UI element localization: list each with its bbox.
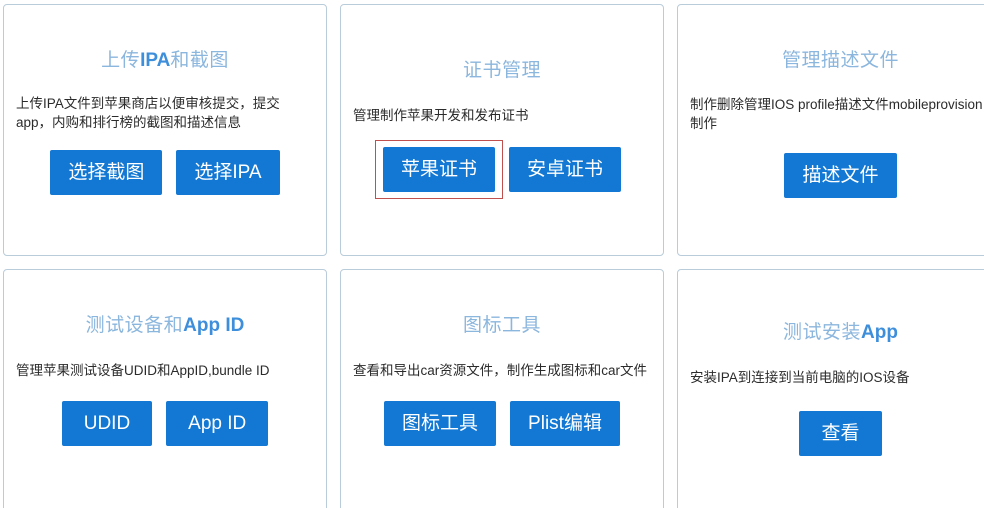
card-title: 上传IPA和截图 bbox=[16, 50, 314, 72]
card-button-row: 苹果证书 安卓证书 bbox=[353, 140, 651, 199]
card-title-latin: IPA bbox=[140, 50, 171, 71]
card-test-install-app[interactable]: 测试安装App 安装IPA到连接到当前电脑的IOS设备 查看 bbox=[677, 269, 984, 508]
card-title: 测试设备和App ID bbox=[16, 315, 314, 337]
button-wrap-udid: UDID bbox=[61, 401, 153, 446]
card-row-2: 测试设备和App ID 管理苹果测试设备UDID和AppID,bundle ID… bbox=[3, 269, 984, 508]
choose-ipa-button[interactable]: 选择IPA bbox=[176, 150, 280, 195]
card-manage-provisioning-profiles[interactable]: 管理描述文件 制作删除管理IOS profile描述文件mobileprovis… bbox=[677, 4, 984, 256]
icon-tool-button[interactable]: 图标工具 bbox=[384, 401, 497, 446]
card-test-devices-and-app-id[interactable]: 测试设备和App ID 管理苹果测试设备UDID和AppID,bundle ID… bbox=[3, 269, 327, 508]
button-wrap-android-certificate: 安卓证书 bbox=[509, 147, 622, 192]
card-title-cn: 图标工具 bbox=[462, 315, 541, 336]
button-wrap-view: 查看 bbox=[799, 411, 882, 456]
button-wrap-apple-certificate: 苹果证书 bbox=[374, 140, 504, 199]
card-title-latin: App bbox=[861, 322, 898, 343]
card-description: 管理苹果测试设备UDID和AppID,bundle ID bbox=[16, 363, 270, 378]
button-wrap-icon-tool: 图标工具 bbox=[384, 401, 497, 446]
card-upload-ipa-and-screenshots[interactable]: 上传IPA和截图 上传IPA文件到苹果商店以便审核提交，提交app，内购和排行榜… bbox=[3, 4, 327, 256]
card-title: 证书管理 bbox=[353, 60, 651, 82]
card-certificate-management[interactable]: 证书管理 管理制作苹果开发和发布证书 苹果证书 安卓证书 bbox=[340, 4, 664, 256]
choose-screenshot-button[interactable]: 选择截图 bbox=[50, 150, 163, 195]
plist-editor-button[interactable]: Plist编辑 bbox=[510, 401, 620, 446]
tool-card-grid: 上传IPA和截图 上传IPA文件到苹果商店以便审核提交，提交app，内购和排行榜… bbox=[0, 0, 984, 508]
card-title: 管理描述文件 bbox=[690, 50, 984, 72]
button-wrap-choose-screenshot: 选择截图 bbox=[50, 150, 163, 195]
card-title: 测试安装App bbox=[690, 322, 984, 344]
card-title-cn: 测试安装 bbox=[783, 322, 862, 343]
card-title-cn: 证书管理 bbox=[462, 60, 541, 81]
card-title-cn-tail: 和截图 bbox=[170, 50, 229, 71]
apple-certificate-button[interactable]: 苹果证书 bbox=[382, 147, 495, 192]
android-certificate-button[interactable]: 安卓证书 bbox=[509, 147, 622, 192]
card-button-row: 描述文件 bbox=[690, 153, 984, 198]
card-description: 安装IPA到连接到当前电脑的IOS设备 bbox=[690, 370, 910, 385]
card-title-cn: 上传 bbox=[101, 50, 141, 71]
view-button[interactable]: 查看 bbox=[799, 411, 882, 456]
card-button-row: 选择截图 选择IPA bbox=[16, 150, 314, 195]
udid-button[interactable]: UDID bbox=[61, 401, 153, 446]
card-button-row: 图标工具 Plist编辑 bbox=[353, 401, 651, 446]
app-id-button[interactable]: App ID bbox=[166, 401, 269, 446]
card-title-cn: 测试设备和 bbox=[85, 315, 184, 336]
card-button-row: UDID App ID bbox=[16, 401, 314, 446]
card-description: 查看和导出car资源文件，制作生成图标和car文件 bbox=[353, 363, 648, 378]
card-title-cn: 管理描述文件 bbox=[781, 50, 899, 71]
card-title: 图标工具 bbox=[353, 315, 651, 337]
card-title-latin: App ID bbox=[183, 315, 245, 336]
card-description: 上传IPA文件到苹果商店以便审核提交，提交app，内购和排行榜的截图和描述信息 bbox=[16, 96, 280, 130]
provisioning-profile-button[interactable]: 描述文件 bbox=[784, 153, 897, 198]
button-wrap-app-id: App ID bbox=[166, 401, 269, 446]
card-button-row: 查看 bbox=[690, 411, 984, 456]
card-icon-tools[interactable]: 图标工具 查看和导出car资源文件，制作生成图标和car文件 图标工具 Plis… bbox=[340, 269, 664, 508]
button-wrap-provisioning-profile: 描述文件 bbox=[784, 153, 897, 198]
card-description: 管理制作苹果开发和发布证书 bbox=[353, 108, 529, 123]
card-row-1: 上传IPA和截图 上传IPA文件到苹果商店以便审核提交，提交app，内购和排行榜… bbox=[3, 4, 984, 256]
button-wrap-choose-ipa: 选择IPA bbox=[176, 150, 280, 195]
button-wrap-plist-editor: Plist编辑 bbox=[510, 401, 620, 446]
card-description: 制作删除管理IOS profile描述文件mobileprovision制作 bbox=[690, 97, 983, 131]
